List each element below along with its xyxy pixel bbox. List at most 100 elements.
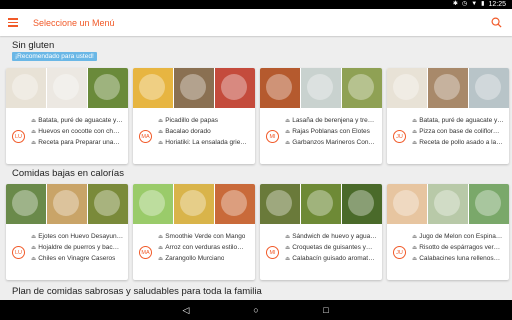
app-title: Seleccione un Menú <box>33 17 115 28</box>
meal-name: Arroz con verduras estilo… <box>165 244 244 251</box>
meal-item[interactable]: ⏏ Garbanzos Marineros Con… <box>285 137 379 148</box>
meal-name: Huevos en cocotte con ch… <box>38 128 120 135</box>
meal-item[interactable]: ⏏ Picadillo de papas <box>158 115 252 126</box>
meal-photo <box>215 184 255 224</box>
cloche-icon: ⏏ <box>158 139 164 146</box>
meal-item[interactable]: ⏏ Receta para Preparar una… <box>31 137 125 148</box>
meal-item[interactable]: ⏏ Batata, puré de aguacate y… <box>412 115 506 126</box>
cloche-icon: ⏏ <box>158 117 164 124</box>
wifi-icon: ▼ <box>471 1 478 7</box>
meal-photos <box>6 68 128 108</box>
meal-item[interactable]: ⏏ Hojaldre de puerros y bac… <box>31 242 125 253</box>
cloche-icon: ⏏ <box>31 139 37 146</box>
menu-day-card[interactable]: LU ⏏ Batata, puré de aguacate y… ⏏ Huevos en… <box>6 68 128 164</box>
meal-photo <box>174 184 214 224</box>
cloche-icon: ⏏ <box>158 244 164 251</box>
home-circle-icon[interactable]: ○ <box>250 305 262 315</box>
meal-photos <box>133 184 255 224</box>
meal-item[interactable]: ⏏ Pizza con base de coliflor… <box>412 126 506 137</box>
meal-photo <box>428 68 468 108</box>
meal-item[interactable]: ⏏ Smoothie Verde con Mango <box>158 231 252 242</box>
status-time: 12:25 <box>488 1 506 8</box>
meal-item[interactable]: ⏏ Arroz con verduras estilo… <box>158 242 252 253</box>
cloche-icon: ⏏ <box>158 255 164 262</box>
search-icon[interactable] <box>491 17 502 28</box>
meal-name: Sándwich de huevo y agua… <box>292 233 377 240</box>
meal-list: ⏏ Batata, puré de aguacate y… ⏏ Pizza con b… <box>412 115 506 148</box>
meal-photo <box>133 184 173 224</box>
cloche-icon: ⏏ <box>31 128 37 135</box>
meal-photos <box>260 184 382 224</box>
cloche-icon: ⏏ <box>31 244 37 251</box>
menu-day-card[interactable]: MA ⏏ Picadillo de papas ⏏ Bacalao dorado ⏏ Hor… <box>133 68 255 164</box>
battery-icon: ▮ <box>481 1 485 7</box>
meal-photo <box>260 184 300 224</box>
meal-item[interactable]: ⏏ Croquetas de guisantes y… <box>285 242 379 253</box>
meal-item[interactable]: ⏏ Risotto de espárragos ver… <box>412 242 506 253</box>
meal-name: Hojaldre de puerros y bac… <box>38 244 120 251</box>
meal-item[interactable]: ⏏ Calabacines luna rellenos… <box>412 253 506 264</box>
cloche-icon: ⏏ <box>285 244 291 251</box>
meal-item[interactable]: ⏏ Batata, puré de aguacate y… <box>31 115 125 126</box>
cloche-icon: ⏏ <box>412 233 418 240</box>
meal-photo <box>301 184 341 224</box>
meal-photos <box>133 68 255 108</box>
menu-day-card[interactable]: MI ⏏ Lasaña de berenjena y tre… ⏏ Rajas Pobl… <box>260 68 382 164</box>
meal-photo <box>387 184 427 224</box>
meal-photo <box>215 68 255 108</box>
menu-day-card[interactable]: MI ⏏ Sándwich de huevo y agua… ⏏ Croquetas d… <box>260 184 382 280</box>
menu-day-card[interactable]: JU ⏏ Batata, puré de aguacate y… ⏏ Pizza con… <box>387 68 509 164</box>
meal-name: Zarangollo Murciano <box>165 255 225 262</box>
meal-photo <box>260 68 300 108</box>
cloche-icon: ⏏ <box>412 139 418 146</box>
meal-photo <box>342 184 382 224</box>
meal-item[interactable]: ⏏ Bacalao dorado <box>158 126 252 137</box>
cloche-icon: ⏏ <box>285 139 291 146</box>
meal-item[interactable]: ⏏ Lasaña de berenjena y tre… <box>285 115 379 126</box>
cloche-icon: ⏏ <box>31 233 37 240</box>
back-triangle-icon[interactable]: ◁ <box>180 305 192 316</box>
day-badge: MI <box>266 246 279 259</box>
day-badge: MA <box>139 246 152 259</box>
meal-list: ⏏ Lasaña de berenjena y tre… ⏏ Rajas Poblan… <box>285 115 379 148</box>
meal-photo <box>88 184 128 224</box>
day-badge: MI <box>266 130 279 143</box>
meal-name: Chiles en Vinagre Caseros <box>38 255 116 262</box>
meal-list: ⏏ Batata, puré de aguacate y… ⏏ Huevos en c… <box>31 115 125 148</box>
menu-day-card[interactable]: MA ⏏ Smoothie Verde con Mango ⏏ Arroz con ve… <box>133 184 255 280</box>
meal-name: Lasaña de berenjena y tre… <box>292 117 375 124</box>
meal-photo <box>428 184 468 224</box>
meal-item[interactable]: ⏏ Huevos en cocotte con ch… <box>31 126 125 137</box>
meal-item[interactable]: ⏏ Horiatiki: La ensalada grie… <box>158 137 252 148</box>
meal-photo <box>174 68 214 108</box>
meal-item[interactable]: ⏏ Ejotes con Huevo Desayun… <box>31 231 125 242</box>
meal-name: Ejotes con Huevo Desayun… <box>38 233 124 240</box>
meal-photo <box>88 68 128 108</box>
recents-square-icon[interactable]: □ <box>320 305 332 315</box>
cloche-icon: ⏏ <box>412 255 418 262</box>
meal-item[interactable]: ⏏ Chiles en Vinagre Caseros <box>31 253 125 264</box>
menu-day-card[interactable]: JU ⏏ Jugo de Melon con Espina… ⏏ Risotto de … <box>387 184 509 280</box>
meal-item[interactable]: ⏏ Rajas Poblanas con Elotes <box>285 126 379 137</box>
meal-item[interactable]: ⏏ Calabacín guisado aromat… <box>285 253 379 264</box>
meal-item[interactable]: ⏏ Jugo de Melon con Espina… <box>412 231 506 242</box>
meal-item[interactable]: ⏏ Zarangollo Murciano <box>158 253 252 264</box>
meal-name: Calabacín guisado aromat… <box>292 255 375 262</box>
day-badge: LU <box>12 130 25 143</box>
meal-name: Horiatiki: La ensalada grie… <box>165 139 247 146</box>
hamburger-menu-icon[interactable] <box>8 18 18 27</box>
meal-name: Garbanzos Marineros Con… <box>292 139 375 146</box>
meal-name: Receta de pollo asado a la… <box>419 139 503 146</box>
meal-item[interactable]: ⏏ Receta de pollo asado a la… <box>412 137 506 148</box>
meal-photo <box>469 68 509 108</box>
menu-day-card[interactable]: LU ⏏ Ejotes con Huevo Desayun… ⏏ Hojaldre de… <box>6 184 128 280</box>
meal-photo <box>6 68 46 108</box>
meal-photo <box>47 184 87 224</box>
meal-photo <box>342 68 382 108</box>
status-bar: ✱ ◷ ▼ ▮ 12:25 <box>0 0 512 9</box>
meal-photo <box>469 184 509 224</box>
meal-name: Receta para Preparar una… <box>38 139 120 146</box>
meal-item[interactable]: ⏏ Sándwich de huevo y agua… <box>285 231 379 242</box>
menu-list[interactable]: Sin gluten ¡Recomendado para usted! LU ⏏ Bat… <box>0 36 512 300</box>
meal-name: Croquetas de guisantes y… <box>292 244 373 251</box>
